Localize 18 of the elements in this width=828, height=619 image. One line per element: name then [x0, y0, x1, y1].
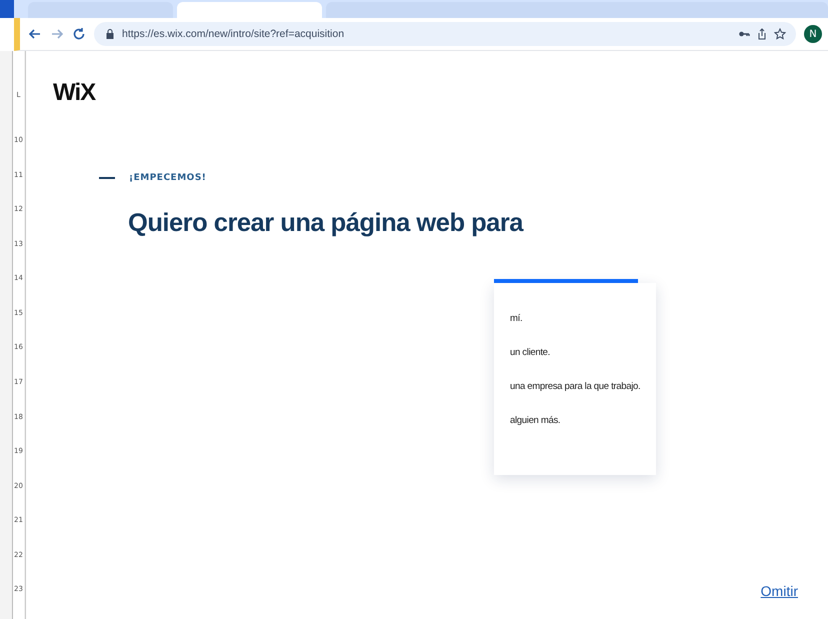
dropdown-option[interactable]: mí.	[510, 313, 522, 324]
profile-avatar[interactable]: N	[804, 25, 822, 43]
dropdown-option[interactable]: un cliente.	[510, 347, 550, 358]
address-bar[interactable]: https://es.wix.com/new/intro/site?ref=acquisition	[94, 22, 796, 46]
reload-icon[interactable]	[72, 27, 86, 41]
dash-line	[99, 177, 115, 179]
page-heading: Quiero crear una página web para	[128, 209, 523, 238]
lock-icon	[104, 28, 116, 40]
dropdown-option[interactable]: alguien más.	[510, 415, 560, 426]
window-edge-background	[0, 0, 14, 18]
skip-link[interactable]: Omitir	[760, 583, 798, 599]
star-icon[interactable]	[774, 28, 786, 40]
back-icon[interactable]	[28, 27, 42, 41]
dropdown-option[interactable]: una empresa para la que trabajo.	[510, 381, 640, 392]
share-icon[interactable]	[756, 28, 768, 40]
logo: WiX	[53, 79, 96, 107]
eyebrow-label: ¡EMPECEMOS!	[129, 173, 206, 183]
input-field-underline[interactable]	[494, 279, 638, 283]
